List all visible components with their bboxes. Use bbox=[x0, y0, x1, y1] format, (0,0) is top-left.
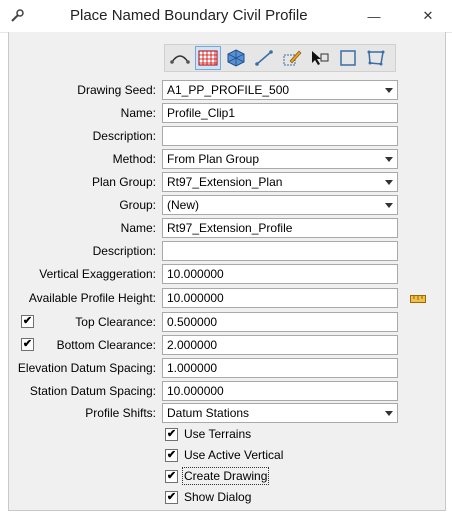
edit-pencil-icon[interactable] bbox=[279, 46, 305, 70]
name2-input[interactable]: Rt97_Extension_Profile bbox=[162, 218, 398, 238]
vertical-exaggeration-label: Vertical Exaggeration: bbox=[39, 267, 156, 281]
line-icon[interactable] bbox=[251, 46, 277, 70]
profile-shifts-label: Profile Shifts: bbox=[85, 406, 156, 420]
name1-row: Name: Profile_Clip1 bbox=[0, 103, 452, 123]
show-dialog-label: Show Dialog bbox=[184, 490, 252, 504]
cursor-cube-icon[interactable] bbox=[307, 46, 333, 70]
drawing-seed-row: Drawing Seed: A1_PP_PROFILE_500 bbox=[0, 80, 452, 100]
minimize-button[interactable]: — bbox=[354, 0, 394, 32]
chevron-down-icon bbox=[385, 157, 393, 162]
grid-icon[interactable] bbox=[195, 46, 221, 70]
create-drawing-checkbox[interactable]: ✔ bbox=[165, 470, 178, 483]
description2-label: Description: bbox=[92, 244, 156, 258]
use-terrains-checkbox[interactable]: ✔ bbox=[165, 428, 178, 441]
elevation-datum-spacing-row: Elevation Datum Spacing: 1.000000 bbox=[0, 358, 452, 378]
show-dialog-checkbox[interactable]: ✔ bbox=[165, 491, 178, 504]
name2-label: Name: bbox=[120, 221, 156, 235]
description2-input[interactable] bbox=[162, 241, 398, 261]
vertical-exaggeration-input[interactable]: 10.000000 bbox=[162, 264, 398, 284]
bottom-clearance-row: ✔ Bottom Clearance: 2.000000 bbox=[0, 335, 452, 355]
ruler-icon[interactable] bbox=[410, 295, 426, 303]
available-profile-height-label: Available Profile Height: bbox=[28, 291, 156, 305]
station-datum-spacing-input[interactable]: 10.000000 bbox=[162, 381, 398, 401]
polygon-icon[interactable] bbox=[363, 46, 389, 70]
profile-shifts-select[interactable]: Datum Stations bbox=[162, 403, 398, 423]
profile-shifts-value: Datum Stations bbox=[167, 406, 250, 420]
profile-shape-icon[interactable] bbox=[167, 46, 193, 70]
method-select[interactable]: From Plan Group bbox=[162, 149, 398, 169]
top-clearance-label: Top Clearance: bbox=[75, 315, 156, 329]
method-label: Method: bbox=[112, 152, 156, 166]
use-active-vertical-label: Use Active Vertical bbox=[184, 448, 284, 462]
drawing-seed-label: Drawing Seed: bbox=[77, 83, 156, 97]
plan-group-row: Plan Group: Rt97_Extension_Plan bbox=[0, 172, 452, 192]
name2-row: Name: Rt97_Extension_Profile bbox=[0, 218, 452, 238]
profile-shifts-row: Profile Shifts: Datum Stations bbox=[0, 403, 452, 423]
create-drawing-label: Create Drawing bbox=[181, 467, 270, 485]
group-value: (New) bbox=[167, 198, 199, 212]
bottom-clearance-checkbox[interactable]: ✔ bbox=[21, 338, 34, 351]
method-row: Method: From Plan Group bbox=[0, 149, 452, 169]
group-select[interactable]: (New) bbox=[162, 195, 398, 215]
chevron-down-icon bbox=[385, 411, 393, 416]
available-profile-height-row: Available Profile Height: 10.000000 bbox=[0, 288, 452, 308]
description1-label: Description: bbox=[92, 129, 156, 143]
name1-label: Name: bbox=[120, 106, 156, 120]
available-profile-height-input[interactable]: 10.000000 bbox=[162, 288, 398, 308]
station-datum-spacing-row: Station Datum Spacing: 10.000000 bbox=[0, 381, 452, 401]
cube-icon[interactable] bbox=[223, 46, 249, 70]
drawing-seed-value: A1_PP_PROFILE_500 bbox=[167, 83, 290, 97]
wrench-icon[interactable] bbox=[9, 8, 25, 24]
bottom-clearance-input[interactable]: 2.000000 bbox=[162, 335, 398, 355]
method-value: From Plan Group bbox=[167, 152, 260, 166]
chevron-down-icon bbox=[385, 203, 393, 208]
top-clearance-row: ✔ Top Clearance: 0.500000 bbox=[0, 312, 452, 332]
placement-toolbar bbox=[164, 44, 396, 72]
use-terrains-label: Use Terrains bbox=[184, 427, 252, 441]
plan-group-value: Rt97_Extension_Plan bbox=[167, 175, 283, 189]
group-label: Group: bbox=[119, 198, 156, 212]
close-button[interactable]: ✕ bbox=[408, 0, 448, 32]
description1-input[interactable] bbox=[162, 126, 398, 146]
top-clearance-input[interactable]: 0.500000 bbox=[162, 312, 398, 332]
top-clearance-checkbox[interactable]: ✔ bbox=[21, 315, 34, 328]
square-icon[interactable] bbox=[335, 46, 361, 70]
description2-row: Description: bbox=[0, 241, 452, 261]
title-bar: Place Named Boundary Civil Profile — ✕ bbox=[0, 0, 452, 33]
group-row: Group: (New) bbox=[0, 195, 452, 215]
elevation-datum-spacing-label: Elevation Datum Spacing: bbox=[17, 361, 156, 375]
bottom-clearance-label: Bottom Clearance: bbox=[56, 338, 156, 352]
drawing-seed-select[interactable]: A1_PP_PROFILE_500 bbox=[162, 80, 398, 100]
name1-input[interactable]: Profile_Clip1 bbox=[162, 103, 398, 123]
use-active-vertical-checkbox[interactable]: ✔ bbox=[165, 449, 178, 462]
vertical-exaggeration-row: Vertical Exaggeration: 10.000000 bbox=[0, 264, 452, 284]
chevron-down-icon bbox=[385, 88, 393, 93]
elevation-datum-spacing-input[interactable]: 1.000000 bbox=[162, 358, 398, 378]
station-datum-spacing-label: Station Datum Spacing: bbox=[29, 384, 156, 398]
plan-group-label: Plan Group: bbox=[91, 175, 156, 189]
chevron-down-icon bbox=[385, 180, 393, 185]
plan-group-select[interactable]: Rt97_Extension_Plan bbox=[162, 172, 398, 192]
window-title: Place Named Boundary Civil Profile bbox=[70, 7, 308, 24]
description1-row: Description: bbox=[0, 126, 452, 146]
